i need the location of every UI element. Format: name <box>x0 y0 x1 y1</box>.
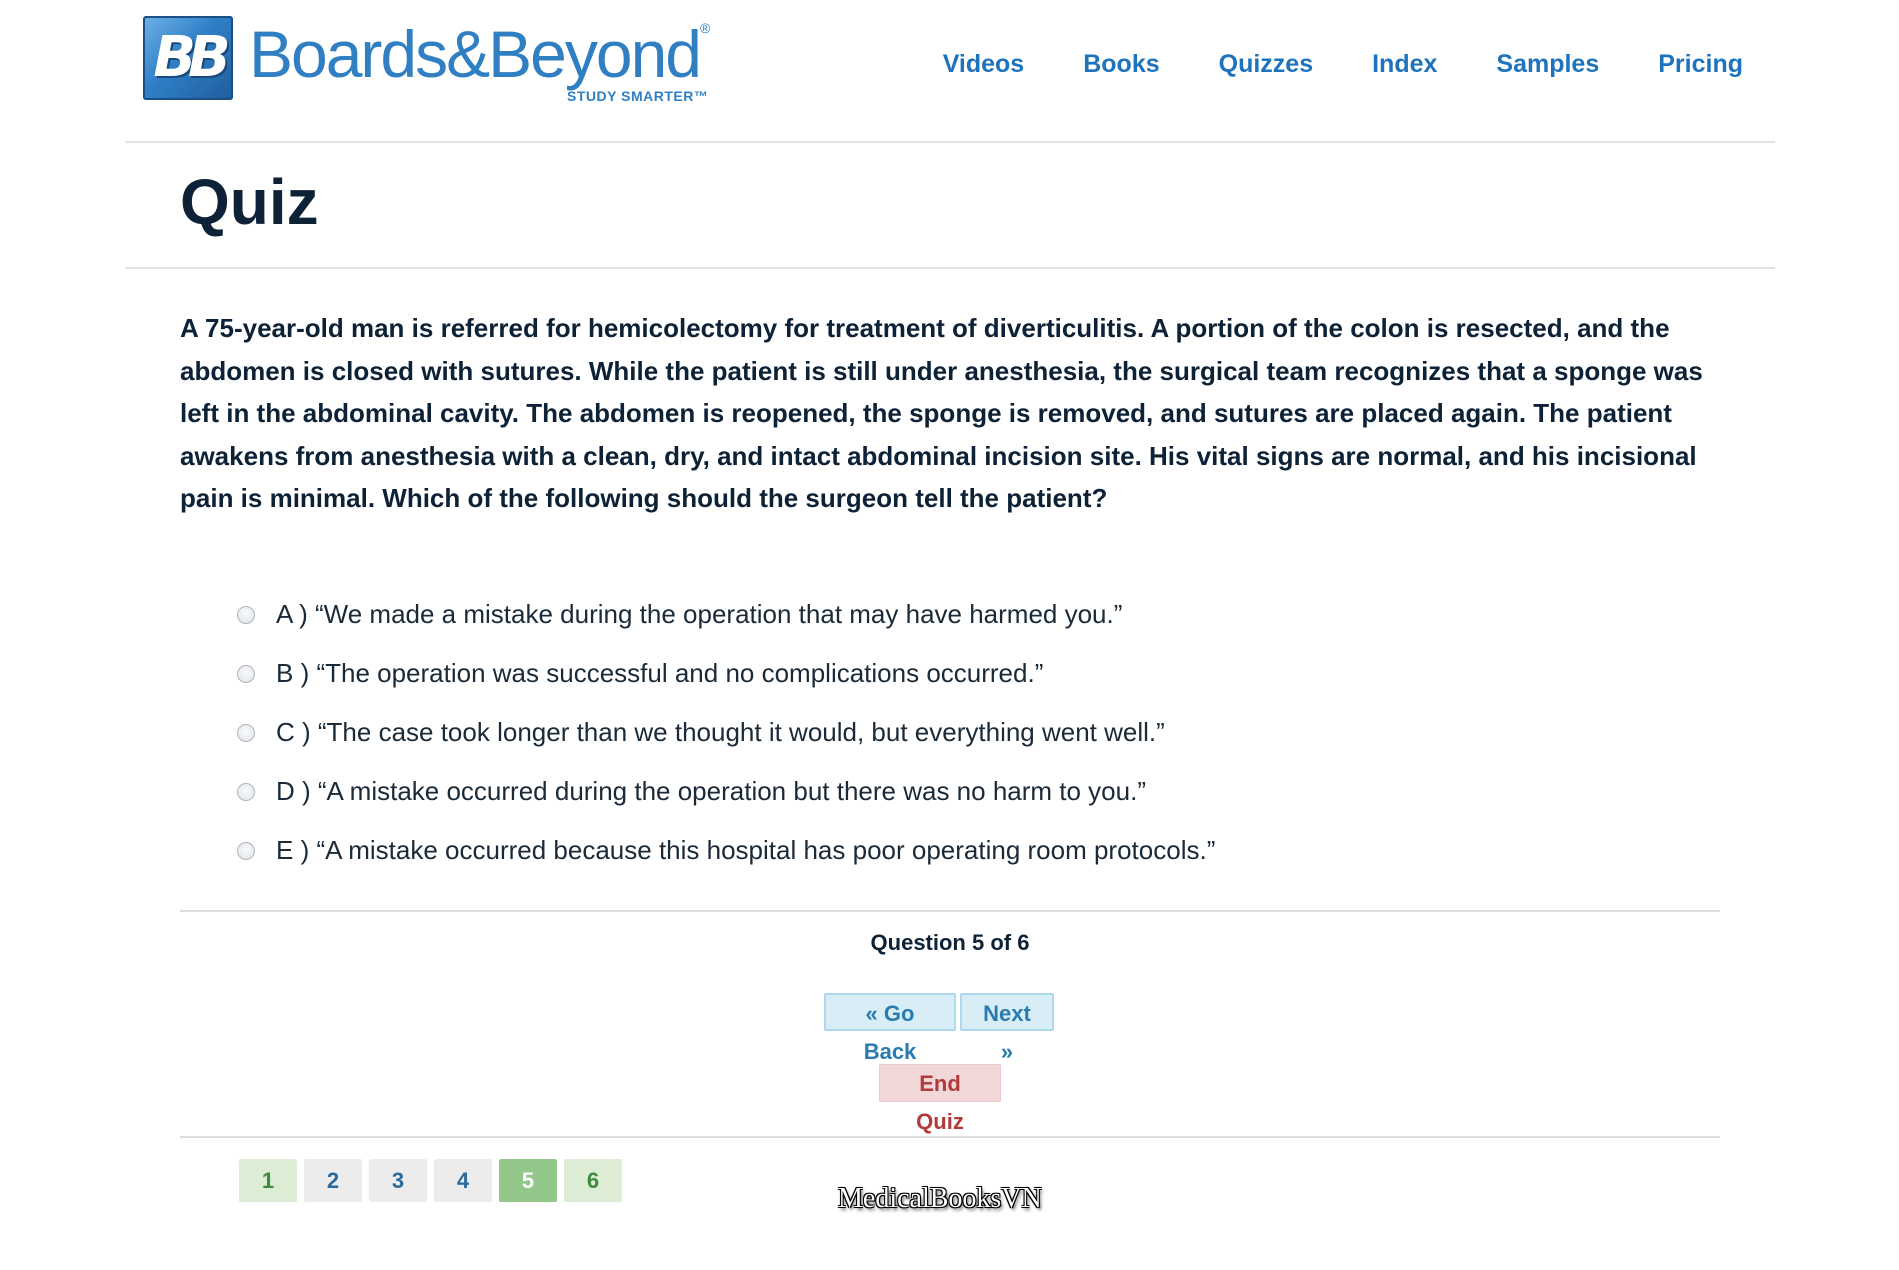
radio-button[interactable] <box>237 723 255 742</box>
choice-label: E ) “A mistake occurred because this hos… <box>276 835 1216 865</box>
page-button-6[interactable]: 6 <box>564 1159 622 1202</box>
page-button-1[interactable]: 1 <box>239 1159 297 1202</box>
choice-label: D ) “A mistake occurred during the opera… <box>276 776 1146 806</box>
end-quiz-button[interactable]: End Quiz <box>879 1064 1001 1134</box>
choice-b[interactable]: B ) “The operation was successful and no… <box>237 644 1637 703</box>
question-pagination: 1 2 3 4 5 6 <box>239 1159 622 1202</box>
nav-pricing[interactable]: Pricing <box>1658 50 1743 79</box>
nav-index[interactable]: Index <box>1372 50 1437 79</box>
radio-button[interactable] <box>237 664 255 683</box>
page-button-4[interactable]: 4 <box>434 1159 492 1202</box>
site-logo[interactable]: BB Boards&Beyond® STUDY SMARTER™ <box>143 16 710 104</box>
radio-button[interactable] <box>237 605 255 624</box>
title-bar: Quiz <box>125 143 1775 269</box>
logo-registered-mark: ® <box>700 20 711 36</box>
next-button[interactable]: Next » <box>960 993 1054 1064</box>
site-header: BB Boards&Beyond® STUDY SMARTER™ Videos … <box>125 0 1775 143</box>
question-counter: Question 5 of 6 <box>870 930 1030 955</box>
choice-label: C ) “The case took longer than we though… <box>276 717 1165 747</box>
page-button-2[interactable]: 2 <box>304 1159 362 1202</box>
main-nav: Videos Books Quizzes Index Samples Prici… <box>943 50 1743 79</box>
choice-label: A ) “We made a mistake during the operat… <box>276 599 1123 629</box>
go-back-button[interactable]: « Go Back <box>824 993 956 1064</box>
divider <box>180 910 1720 912</box>
page-button-3[interactable]: 3 <box>369 1159 427 1202</box>
choice-a[interactable]: A ) “We made a mistake during the operat… <box>237 585 1637 644</box>
choice-d[interactable]: D ) “A mistake occurred during the opera… <box>237 762 1637 821</box>
choice-c[interactable]: C ) “The case took longer than we though… <box>237 703 1637 762</box>
logo-text: Boards&Beyond® STUDY SMARTER™ <box>249 17 711 104</box>
logo-tagline: STUDY SMARTER™ <box>567 88 709 104</box>
page-button-5[interactable]: 5 <box>499 1159 557 1202</box>
nav-videos[interactable]: Videos <box>943 50 1025 79</box>
logo-mark: BB <box>143 16 233 100</box>
question-text: A 75-year-old man is referred for hemico… <box>180 313 1703 513</box>
page-title: Quiz <box>180 166 319 238</box>
radio-button[interactable] <box>237 841 255 860</box>
quiz-nav-buttons: « Go Back Next » <box>824 993 1054 1064</box>
radio-button[interactable] <box>237 782 255 801</box>
choice-e[interactable]: E ) “A mistake occurred because this hos… <box>237 821 1637 880</box>
answer-choices: A ) “We made a mistake during the operat… <box>237 585 1637 880</box>
divider <box>180 1136 1720 1138</box>
nav-samples[interactable]: Samples <box>1496 50 1599 79</box>
logo-name: Boards&Beyond <box>249 17 702 91</box>
choice-label: B ) “The operation was successful and no… <box>276 658 1044 688</box>
nav-quizzes[interactable]: Quizzes <box>1219 50 1313 79</box>
nav-books[interactable]: Books <box>1083 50 1159 79</box>
watermark: MedicalBooksVN <box>838 1183 1042 1214</box>
